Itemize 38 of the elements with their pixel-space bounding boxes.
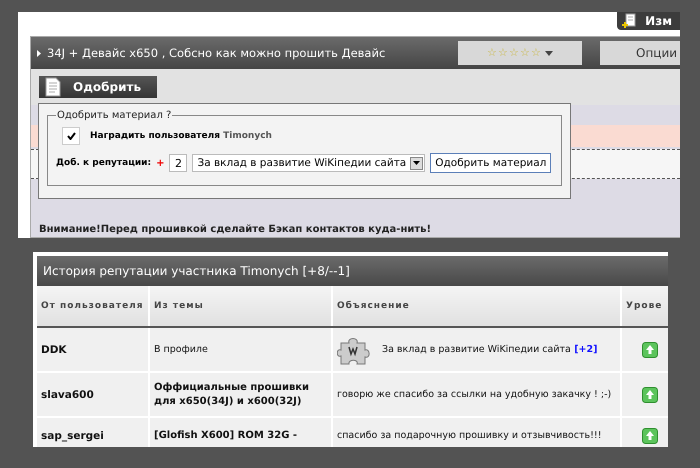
explanation-text: говорю же спасибо за ссылки на удобную закачку ! ;-) xyxy=(337,388,612,402)
reputation-label: Доб. к репутации: xyxy=(56,158,152,168)
user-cell: sap_sergei xyxy=(37,418,150,447)
notice-text: Внимание!Перед прошивкой сделайте Бэкап контактов куда-нить! xyxy=(39,224,432,235)
star-icon: ☆ xyxy=(520,48,530,58)
reward-checkbox[interactable] xyxy=(62,127,80,145)
checkmark-icon xyxy=(66,132,76,140)
topic-cell: [Glofish X600] ROM 32G - xyxy=(150,418,333,447)
reward-label: Наградить пользователя Timonych xyxy=(90,131,272,141)
column-header: Объяснение xyxy=(333,286,622,326)
user-cell: DDK xyxy=(37,328,150,371)
approve-material-button[interactable]: Одобрить материал xyxy=(430,153,552,173)
column-header: Урове xyxy=(622,286,668,326)
topic-title: 34J + Девайс x650 , Собсно как можно прошить Девайс xyxy=(47,46,386,60)
reason-dropdown[interactable]: За вклад в развитие WiKiпедии сайта xyxy=(192,154,426,172)
column-header: Из темы xyxy=(150,286,333,326)
document-icon xyxy=(45,77,61,97)
reputation-field[interactable]: 2 xyxy=(169,154,188,172)
document-plus-icon xyxy=(621,12,638,28)
column-header: От пользователя xyxy=(37,286,150,326)
topic-cell: В профиле xyxy=(150,328,333,371)
dialog-legend: Одобрить материал ? xyxy=(56,110,172,121)
star-icon: ☆ xyxy=(531,48,541,58)
star-icon: ☆ xyxy=(498,48,508,58)
explanation-text: За вклад в развитие WiKiпедии сайта [+2] xyxy=(382,342,598,356)
star-icon: ☆ xyxy=(509,48,519,58)
plus-sign: + xyxy=(156,158,164,168)
topic-cell: Оффициальные прошивки для x650(34J) и x600(32J) xyxy=(150,373,333,416)
approve-button[interactable]: Одобрить xyxy=(39,76,158,98)
caret-icon xyxy=(545,50,553,56)
panel-title: История репутации участника Timonych [+8/--1] xyxy=(37,256,668,286)
caret-icon xyxy=(413,161,420,165)
user-cell: slava600 xyxy=(37,373,150,416)
explanation-text: спасибо за подарочную прошивку и отзывчивость!!! xyxy=(337,429,602,443)
edit-tab[interactable]: Изм xyxy=(617,12,680,30)
options-button[interactable]: Опции xyxy=(600,41,680,65)
star-icon: ☆ xyxy=(487,48,497,58)
triangle-bullet-icon xyxy=(37,50,41,56)
